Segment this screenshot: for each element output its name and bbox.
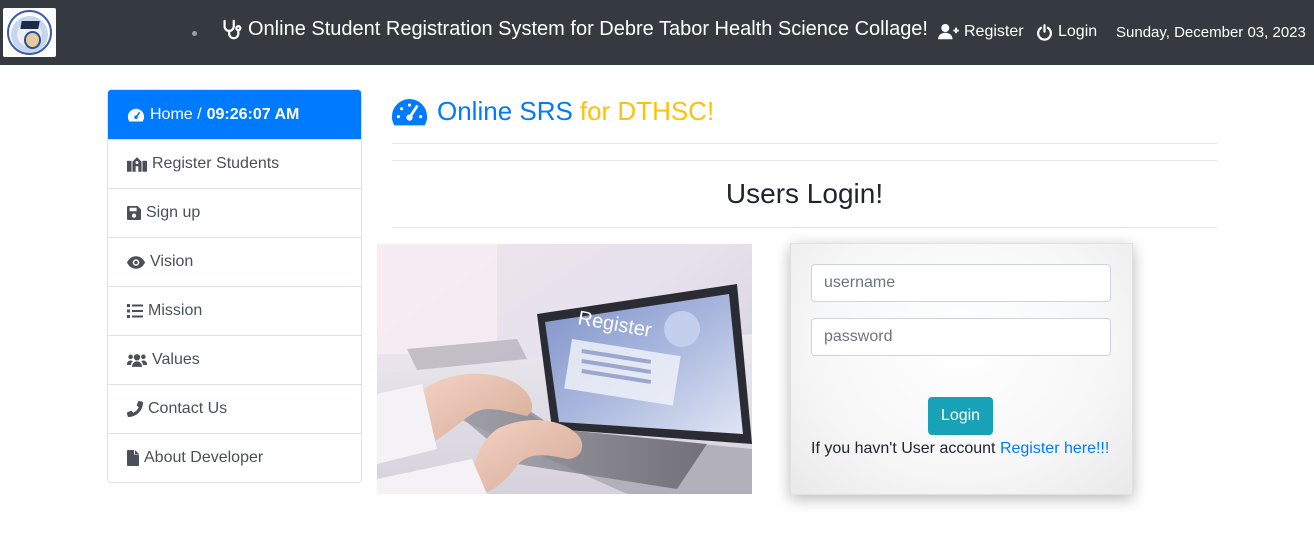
- dashboard-gauge-icon: [127, 108, 145, 121]
- sidebar-item-sign-up[interactable]: Sign up: [108, 188, 361, 237]
- nav-login-link[interactable]: Login: [1036, 23, 1097, 41]
- register-prompt-text: If you havn't User account: [811, 440, 996, 457]
- power-icon: [1037, 23, 1052, 41]
- sidebar-item-register-students[interactable]: Register Students: [108, 139, 361, 188]
- title-secondary: for DTHSC!: [579, 96, 715, 126]
- file-icon: [127, 450, 139, 466]
- username-input[interactable]: [811, 264, 1111, 302]
- sidebar-label-sign-up: Sign up: [146, 204, 201, 221]
- divider: [392, 227, 1217, 228]
- sidebar-label-mission: Mission: [148, 302, 203, 319]
- live-clock: 09:26:07 AM: [206, 105, 300, 123]
- hero-laptop-image: Register: [377, 244, 752, 494]
- sidebar-home-label: Home /: [150, 105, 202, 123]
- register-here-link[interactable]: Register here!!!: [1000, 440, 1109, 457]
- sidebar-item-vision[interactable]: Vision: [108, 237, 361, 286]
- nav-login-label: Login: [1058, 23, 1098, 40]
- tachometer-icon: [391, 98, 428, 125]
- sidebar-item-home[interactable]: Home / 09:26:07 AM: [108, 90, 361, 139]
- sidebar-item-contact-us[interactable]: Contact Us: [108, 384, 361, 433]
- sidebar-label-values: Values: [152, 351, 200, 368]
- stethoscope-icon: [223, 19, 242, 39]
- sidebar-item-values[interactable]: Values: [108, 335, 361, 384]
- login-heading: Users Login!: [725, 178, 884, 209]
- list-icon: [127, 304, 143, 318]
- user-plus-icon: [938, 24, 959, 40]
- sidebar-item-about-developer[interactable]: About Developer: [108, 433, 361, 482]
- sidebar-label-contact-us: Contact Us: [148, 400, 228, 417]
- login-card: Login If you havn't User account Registe…: [790, 243, 1133, 495]
- eye-icon: [127, 255, 145, 269]
- nav-register-label: Register: [964, 23, 1024, 40]
- sidebar-menu: Home / 09:26:07 AM Register Students Sig…: [107, 89, 362, 483]
- sidebar-label-about-developer: About Developer: [144, 449, 264, 466]
- sidebar-label-vision: Vision: [150, 253, 194, 270]
- password-input[interactable]: [811, 318, 1111, 356]
- nav-register-link[interactable]: Register: [938, 23, 1024, 41]
- current-date: Sunday, December 03, 2023: [1116, 24, 1306, 41]
- divider: [392, 143, 1217, 144]
- users-icon: [127, 354, 147, 367]
- save-icon: [127, 206, 141, 220]
- login-button[interactable]: Login: [928, 397, 993, 435]
- sidebar-item-mission[interactable]: Mission: [108, 286, 361, 335]
- sidebar-label-register-students: Register Students: [152, 155, 280, 172]
- school-icon: [127, 157, 147, 172]
- phone-icon: [127, 401, 143, 417]
- top-navbar: Online Student Registration System for D…: [0, 0, 1314, 65]
- title-primary: Online SRS: [437, 96, 573, 126]
- college-logo[interactable]: [3, 8, 56, 57]
- nav-bullet: [192, 31, 197, 36]
- brand-title: Online Student Registration System for D…: [248, 18, 928, 40]
- register-prompt: If you havn't User account Register here…: [811, 440, 1109, 458]
- divider: [392, 160, 1217, 161]
- navbar-brand[interactable]: Online Student Registration System for D…: [220, 18, 928, 41]
- college-seal-icon: [7, 10, 52, 55]
- page-title: Online SRS for DTHSC!: [391, 96, 714, 127]
